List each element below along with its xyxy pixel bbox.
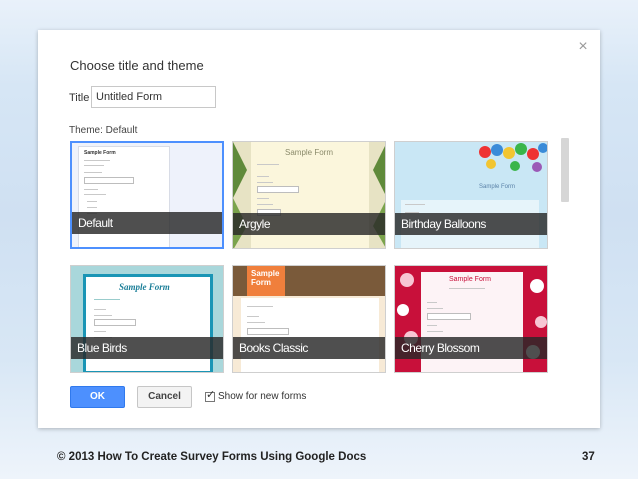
- books-title-block: Sample Form: [247, 266, 285, 296]
- theme-label-default: Default: [72, 212, 222, 234]
- theme-grid-scrollbar[interactable]: [561, 138, 569, 202]
- choose-theme-dialog: × Choose title and theme Title Theme: De…: [38, 30, 600, 428]
- dialog-title: Choose title and theme: [70, 58, 204, 73]
- preview-title: Sample Form: [479, 184, 516, 190]
- theme-preview-books-classic: [241, 298, 379, 372]
- show-for-new-forms-label: Show for new forms: [218, 391, 307, 402]
- theme-tile-books-classic[interactable]: Sample Form Books Classic: [232, 265, 386, 373]
- preview-title: Sample Form: [449, 276, 492, 283]
- balloons-art: [479, 143, 547, 172]
- show-for-new-forms-checkbox[interactable]: ✓: [205, 389, 216, 402]
- preview-title: Sample Form: [84, 150, 116, 156]
- preview-title: Sample Form: [285, 148, 334, 157]
- theme-label-cherry-blossom: Cherry Blossom: [395, 337, 547, 359]
- preview-title: Sample Form: [119, 282, 170, 292]
- ok-button[interactable]: OK: [70, 386, 125, 408]
- checkmark-icon: ✓: [206, 389, 216, 401]
- theme-grid: Sample Form Default Sample Form Argyle S…: [70, 141, 550, 373]
- theme-label-birthday-balloons: Birthday Balloons: [395, 213, 547, 235]
- preview-title: Sample Form: [251, 269, 280, 287]
- title-label: Title: [69, 92, 90, 104]
- cancel-button[interactable]: Cancel: [137, 386, 192, 408]
- theme-label-argyle: Argyle: [233, 213, 385, 235]
- theme-label: Theme: Default: [69, 125, 138, 136]
- theme-tile-argyle[interactable]: Sample Form Argyle: [232, 141, 386, 249]
- theme-tile-cherry-blossom[interactable]: Sample Form Cherry Blossom: [394, 265, 548, 373]
- title-input[interactable]: [91, 86, 216, 108]
- theme-label-books-classic: Books Classic: [233, 337, 385, 359]
- theme-label-blue-birds: Blue Birds: [71, 337, 223, 359]
- footer-page-number: 37: [582, 451, 595, 463]
- theme-tile-blue-birds[interactable]: Sample Form Blue Birds: [70, 265, 224, 373]
- close-icon[interactable]: ×: [575, 39, 591, 55]
- footer-copyright: © 2013 How To Create Survey Forms Using …: [57, 451, 367, 463]
- theme-tile-default[interactable]: Sample Form Default: [70, 141, 224, 249]
- theme-tile-birthday-balloons[interactable]: Sample Form Birthday Balloons: [394, 141, 548, 249]
